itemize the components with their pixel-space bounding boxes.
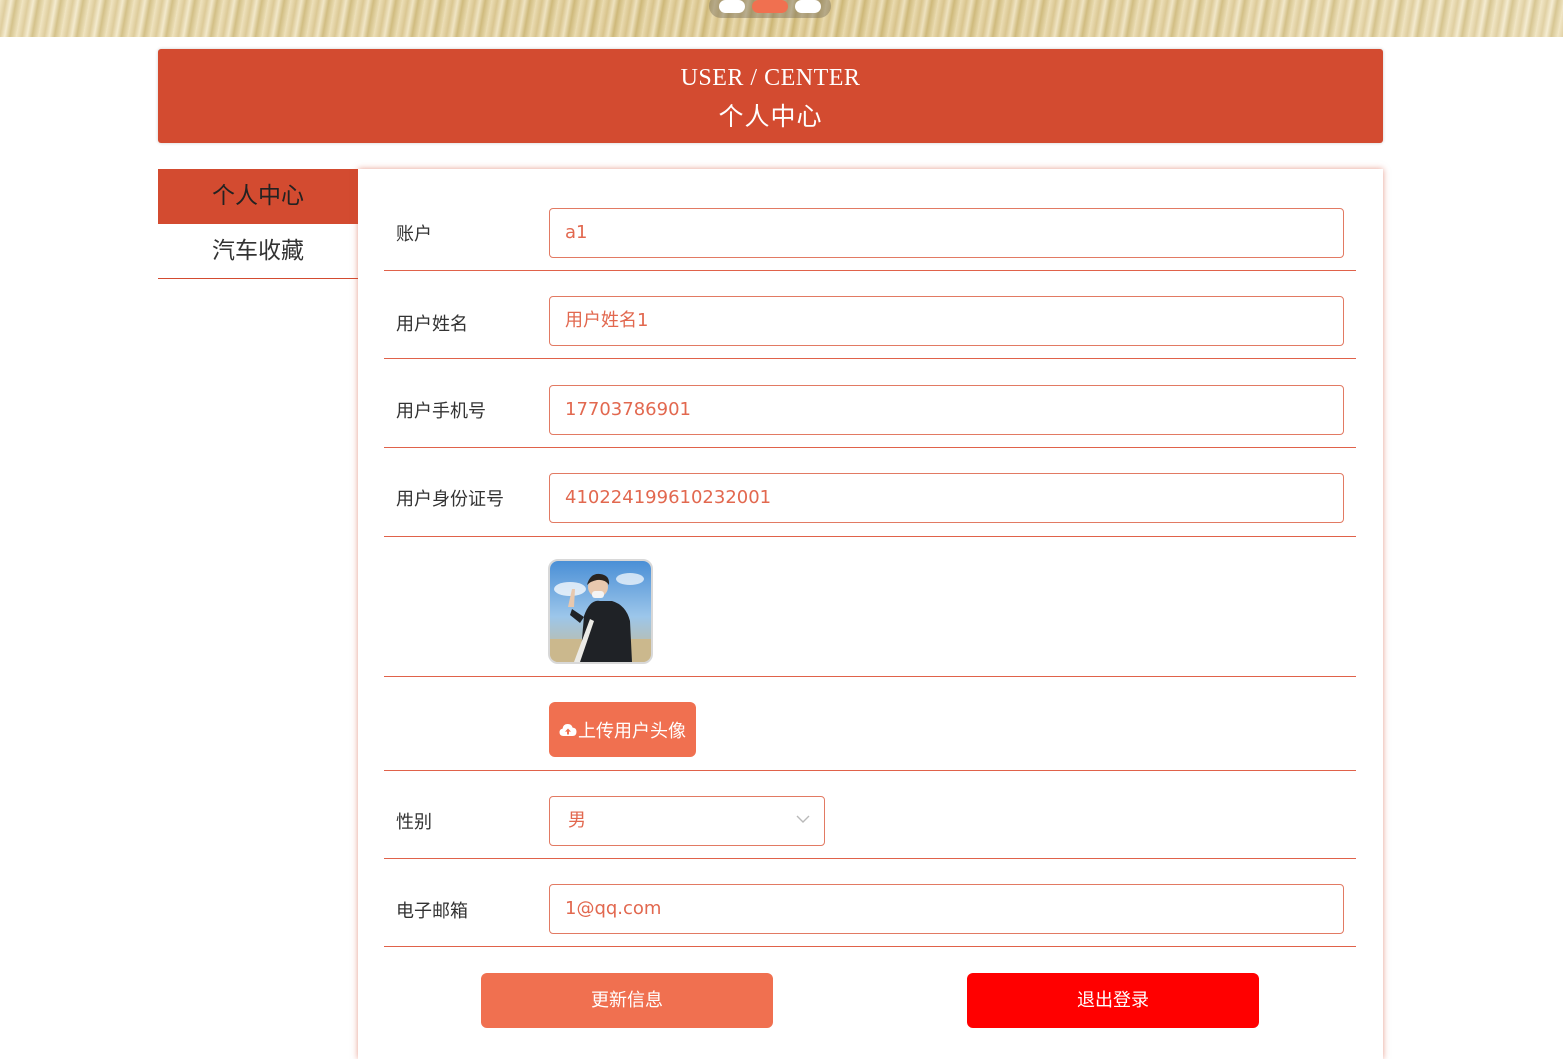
account-label: 账户 xyxy=(396,224,432,245)
form-row-avatar xyxy=(384,537,1356,677)
account-input[interactable]: a1 xyxy=(549,208,1344,258)
update-info-button[interactable]: 更新信息 xyxy=(481,973,773,1028)
phone-label: 用户手机号 xyxy=(396,401,486,422)
form-row-name: 用户姓名 用户姓名1 xyxy=(384,271,1356,359)
header-title-cn: 个人中心 xyxy=(718,102,823,131)
name-input[interactable]: 用户姓名1 xyxy=(549,296,1344,346)
email-label: 电子邮箱 xyxy=(396,901,468,922)
avatar-image xyxy=(548,559,653,664)
top-banner xyxy=(0,0,1563,37)
sidebar: 个人中心 汽车收藏 xyxy=(158,169,358,279)
form-row-upload: 上传用户头像 xyxy=(384,677,1356,771)
form-row-email: 电子邮箱 1@qq.com xyxy=(384,859,1356,947)
form-row-gender: 性别 男 xyxy=(384,771,1356,859)
sidebar-item-profile[interactable]: 个人中心 xyxy=(158,169,358,224)
carousel-dot[interactable] xyxy=(795,0,821,13)
avatar-photo xyxy=(550,561,651,662)
carousel-dot-active[interactable] xyxy=(752,0,788,13)
gender-selected-value: 男 xyxy=(568,810,586,831)
cloud-upload-icon xyxy=(559,723,577,736)
carousel-dot[interactable] xyxy=(719,0,745,13)
form-row-id-card: 用户身份证号 410224199610232001 xyxy=(384,448,1356,537)
carousel-indicators xyxy=(709,0,831,18)
name-label: 用户姓名 xyxy=(396,314,468,335)
gender-label: 性别 xyxy=(396,812,432,833)
id-card-input[interactable]: 410224199610232001 xyxy=(549,473,1344,523)
logout-button[interactable]: 退出登录 xyxy=(967,973,1259,1028)
page-header: USER / CENTER 个人中心 xyxy=(158,49,1383,143)
header-title-en: USER / CENTER xyxy=(680,65,861,91)
id-card-label: 用户身份证号 xyxy=(396,489,504,510)
email-input[interactable]: 1@qq.com xyxy=(549,884,1344,934)
upload-avatar-button[interactable]: 上传用户头像 xyxy=(549,702,696,757)
chevron-down-icon xyxy=(796,815,810,823)
profile-form-panel: 账户 a1 用户姓名 用户姓名1 用户手机号 17703786901 用户身份证… xyxy=(358,169,1383,1059)
gender-select[interactable]: 男 xyxy=(549,796,825,846)
phone-input[interactable]: 17703786901 xyxy=(549,385,1344,435)
upload-avatar-label: 上传用户头像 xyxy=(578,720,686,742)
form-row-phone: 用户手机号 17703786901 xyxy=(384,359,1356,448)
sidebar-item-favorites[interactable]: 汽车收藏 xyxy=(158,224,358,279)
form-row-account: 账户 a1 xyxy=(384,169,1356,271)
